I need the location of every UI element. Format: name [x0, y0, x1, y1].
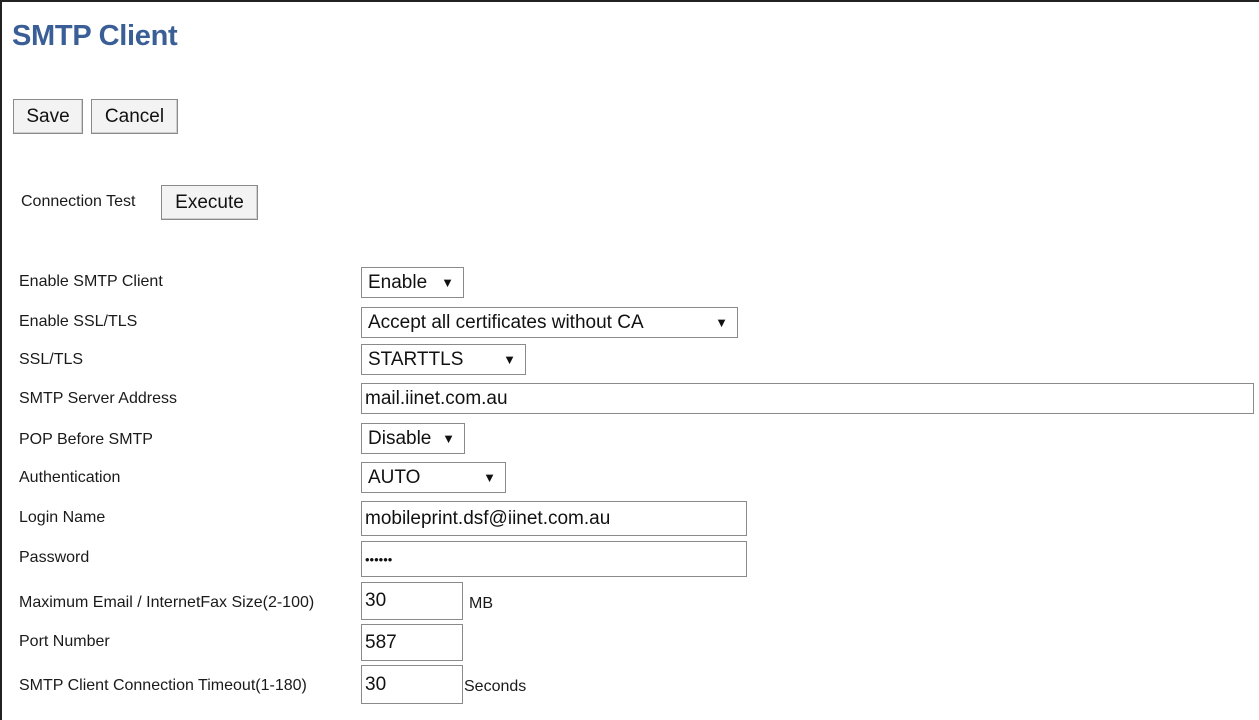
- password-field[interactable]: ••••••: [361, 541, 747, 577]
- connection-timeout-label: SMTP Client Connection Timeout(1-180): [19, 677, 307, 694]
- port-number-field[interactable]: 587: [361, 624, 463, 661]
- login-name-field[interactable]: mobileprint.dsf@iinet.com.au: [361, 501, 747, 536]
- authentication-label: Authentication: [19, 469, 121, 486]
- chevron-down-icon: ▼: [715, 315, 728, 330]
- smtp-server-address-label: SMTP Server Address: [19, 390, 177, 407]
- enable-ssl-tls-value: Accept all certificates without CA: [368, 312, 644, 333]
- enable-ssl-tls-label: Enable SSL/TLS: [19, 313, 138, 330]
- ssl-tls-select[interactable]: STARTTLS ▼: [361, 344, 526, 375]
- connection-timeout-value: 30: [365, 674, 387, 695]
- authentication-value: AUTO: [368, 467, 421, 488]
- chevron-down-icon: ▼: [441, 275, 454, 290]
- login-name-value: mobileprint.dsf@iinet.com.au: [365, 508, 611, 529]
- page-title: SMTP Client: [12, 20, 178, 52]
- ssl-tls-value: STARTTLS: [368, 349, 464, 370]
- password-label: Password: [19, 549, 90, 566]
- pop-before-smtp-select[interactable]: Disable ▼: [361, 423, 465, 454]
- enable-smtp-client-label: Enable SMTP Client: [19, 273, 163, 290]
- smtp-server-address-value: mail.iinet.com.au: [365, 388, 508, 409]
- password-value: ••••••: [365, 552, 393, 567]
- save-button[interactable]: Save: [13, 99, 83, 134]
- chevron-down-icon: ▼: [483, 470, 496, 485]
- connection-timeout-unit: Seconds: [464, 678, 527, 695]
- enable-smtp-client-select[interactable]: Enable ▼: [361, 267, 464, 298]
- max-email-size-label: Maximum Email / InternetFax Size(2-100): [19, 594, 315, 611]
- port-number-label: Port Number: [19, 633, 110, 650]
- cancel-button[interactable]: Cancel: [91, 99, 178, 134]
- authentication-select[interactable]: AUTO ▼: [361, 462, 506, 493]
- pop-before-smtp-label: POP Before SMTP: [19, 431, 153, 448]
- max-email-size-unit: MB: [469, 595, 493, 612]
- chevron-down-icon: ▼: [503, 352, 516, 367]
- max-email-size-value: 30: [365, 590, 387, 611]
- execute-button[interactable]: Execute: [161, 185, 258, 220]
- connection-test-label: Connection Test: [21, 193, 136, 210]
- max-email-size-field[interactable]: 30: [361, 582, 463, 620]
- enable-smtp-client-value: Enable: [368, 272, 428, 293]
- chevron-down-icon: ▼: [442, 431, 455, 446]
- pop-before-smtp-value: Disable: [368, 428, 432, 449]
- ssl-tls-label: SSL/TLS: [19, 351, 84, 368]
- login-name-label: Login Name: [19, 509, 106, 526]
- port-number-value: 587: [365, 632, 397, 653]
- enable-ssl-tls-select[interactable]: Accept all certificates without CA ▼: [361, 307, 738, 338]
- smtp-server-address-field[interactable]: mail.iinet.com.au: [361, 383, 1254, 414]
- connection-timeout-field[interactable]: 30: [361, 665, 463, 704]
